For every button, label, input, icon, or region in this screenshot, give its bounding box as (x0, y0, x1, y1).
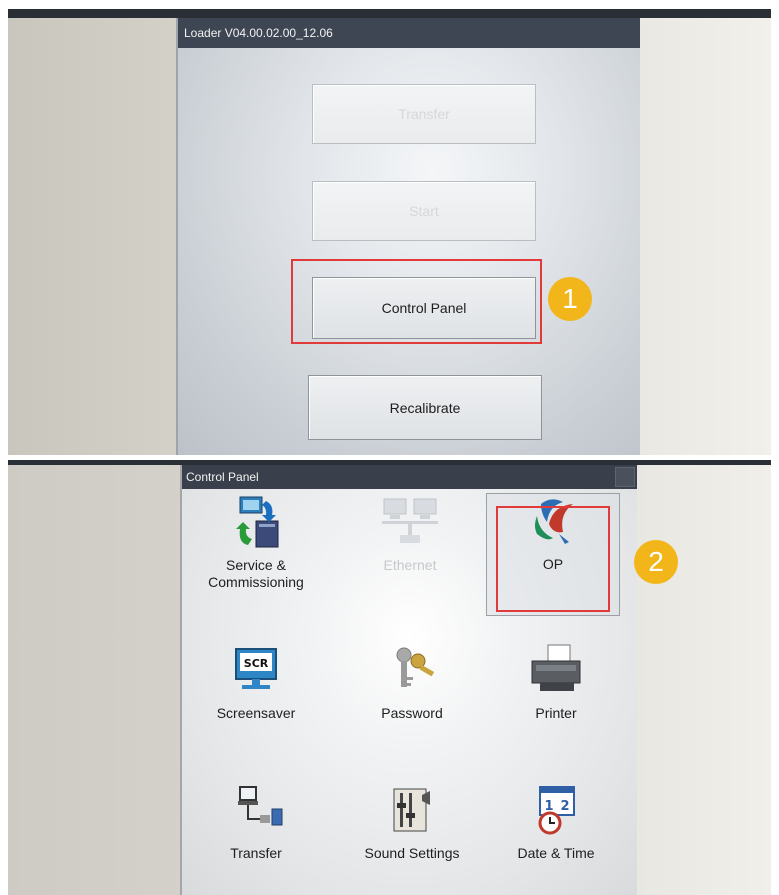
control-panel-title-bar: Control Panel (182, 465, 637, 489)
service-commissioning-icon (226, 495, 286, 551)
ethernet-label: Ethernet (383, 557, 437, 573)
date-time-icon: 1 2 (526, 783, 586, 839)
ethernet-icon (380, 495, 440, 551)
sound-settings-item[interactable]: Sound Settings (342, 783, 482, 862)
printer-icon (526, 643, 586, 699)
sound-settings-icon (382, 783, 442, 839)
control-panel-title: Control Panel (186, 470, 259, 484)
control-panel-highlight-box (291, 259, 542, 344)
step-2-number: 2 (648, 546, 664, 577)
password-item[interactable]: Password (342, 643, 482, 722)
device-bezel-right (635, 460, 771, 895)
loader-title-bar: Loader V04.00.02.00_12.06 (178, 18, 640, 48)
device-bezel-top (8, 9, 771, 18)
password-label: Password (381, 705, 443, 721)
step-2-badge: 2 (634, 540, 678, 584)
transfer-button-label: Transfer (398, 106, 450, 122)
service-commissioning-item[interactable]: Service & Commissioning (186, 495, 326, 591)
transfer-icon (226, 783, 286, 839)
start-button[interactable]: Start (312, 181, 536, 241)
device-bezel-right (638, 9, 771, 455)
printer-item[interactable]: Printer (486, 643, 626, 722)
date-time-label: Date & Time (517, 845, 595, 861)
screensaver-item[interactable]: SCR Screensaver (186, 643, 326, 722)
start-button-label: Start (409, 203, 439, 219)
recalibrate-button-label: Recalibrate (389, 399, 461, 416)
service-commissioning-label-line2: Commissioning (208, 574, 304, 590)
control-panel-screen-photo: Control Panel Service & Commissioning Et… (8, 460, 771, 895)
transfer-item[interactable]: Transfer (186, 783, 326, 862)
close-button[interactable] (615, 467, 635, 487)
loader-window: Loader V04.00.02.00_12.06 Transfer Start… (176, 18, 640, 455)
step-1-number: 1 (562, 283, 578, 314)
op-highlight-box (496, 506, 610, 612)
loader-title: Loader V04.00.02.00_12.06 (184, 26, 333, 40)
service-commissioning-label: Service & (226, 557, 286, 573)
screensaver-label: Screensaver (216, 705, 296, 721)
calendar-day-2: 2 (560, 799, 569, 814)
transfer-label: Transfer (230, 845, 282, 861)
sound-settings-label: Sound Settings (364, 845, 460, 861)
loader-screen-photo: Loader V04.00.02.00_12.06 Transfer Start… (8, 9, 771, 455)
device-bezel-left (8, 9, 182, 455)
step-1-badge: 1 (548, 277, 592, 321)
scr-icon-text: SCR (244, 657, 269, 670)
recalibrate-button[interactable]: Recalibrate (308, 375, 542, 440)
ethernet-item[interactable]: Ethernet (340, 495, 480, 574)
printer-label: Printer (535, 705, 577, 721)
date-time-item[interactable]: 1 2 Date & Time (486, 783, 626, 862)
password-keys-icon (382, 643, 442, 699)
transfer-button[interactable]: Transfer (312, 84, 536, 144)
screensaver-icon: SCR (226, 643, 286, 699)
